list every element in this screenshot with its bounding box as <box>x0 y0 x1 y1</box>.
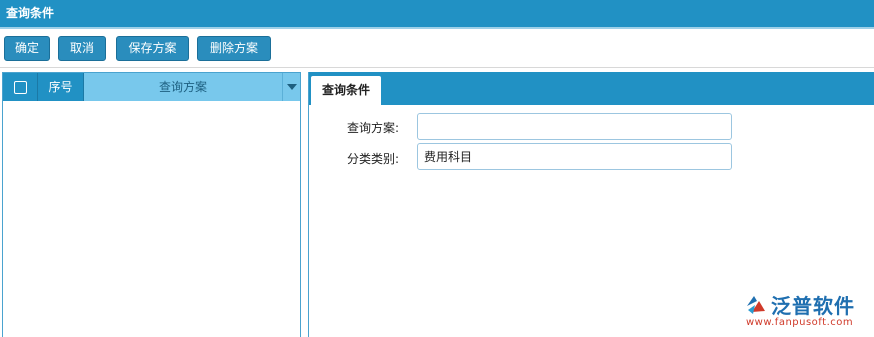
tab-bar: 查询条件 <box>309 72 874 105</box>
cancel-button[interactable]: 取消 <box>58 36 106 61</box>
query-plan-label: 查询方案: <box>347 121 400 135</box>
query-plan-input[interactable] <box>417 113 732 140</box>
confirm-button[interactable]: 确定 <box>4 36 50 61</box>
chevron-down-icon <box>287 84 297 90</box>
toolbar: 确定 取消 保存方案 删除方案 <box>0 30 874 68</box>
category-input[interactable] <box>417 143 732 170</box>
window-titlebar: 查询条件 <box>0 0 874 29</box>
save-plan-button[interactable]: 保存方案 <box>116 36 189 61</box>
plan-list-panel: 序号 查询方案 <box>2 72 301 337</box>
column-menu-button[interactable] <box>282 73 300 101</box>
plan-grid-header: 序号 查询方案 <box>3 73 300 101</box>
fanpusoft-logo: 泛普软件 www.fanpusoft.com <box>744 290 866 330</box>
logo-brand-text: 泛普软件 <box>771 294 855 318</box>
column-header-plan[interactable]: 查询方案 <box>84 73 282 101</box>
window-title: 查询条件 <box>6 6 55 20</box>
category-label: 分类类别: <box>347 152 400 166</box>
select-all-checkbox[interactable] <box>14 81 27 94</box>
tab-query-conditions[interactable]: 查询条件 <box>311 76 381 105</box>
select-all-cell <box>3 73 38 101</box>
logo-mark-icon <box>747 296 765 314</box>
logo-url-text: www.fanpusoft.com <box>746 317 854 328</box>
column-header-seq[interactable]: 序号 <box>38 73 84 101</box>
delete-plan-button[interactable]: 删除方案 <box>197 36 271 61</box>
